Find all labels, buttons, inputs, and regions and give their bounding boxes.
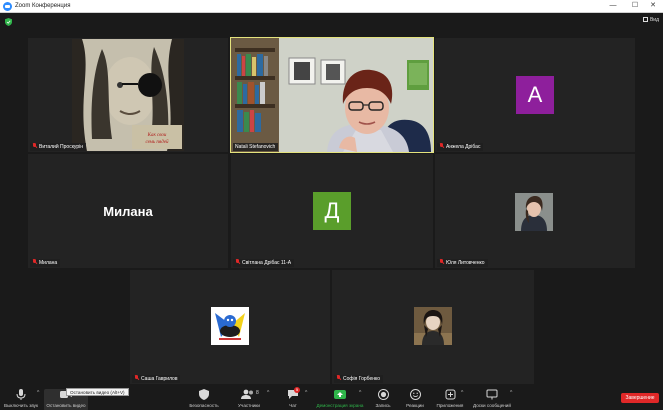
participant-display-name: Милана	[103, 203, 153, 219]
chat-label: Чат	[289, 403, 297, 408]
participant-name: Юля Литовченко	[446, 260, 485, 266]
participant-tile[interactable]: Саша Гаврилов	[130, 270, 330, 384]
participants-button[interactable]: Участники	[234, 389, 264, 410]
participant-name-tag: Світлана Дрібас 11-А	[233, 259, 295, 267]
mic-muted-icon	[439, 259, 444, 265]
participant-name: Саша Гаврилов	[141, 376, 178, 382]
mic-muted-icon	[32, 259, 37, 265]
participant-tile[interactable]: Как свои семь пядей Виталий Проскурін	[28, 38, 228, 152]
view-button[interactable]: Вид	[642, 16, 659, 24]
share-screen-icon	[334, 390, 346, 399]
whiteboards-label: Доски сообщений	[473, 403, 511, 408]
record-icon	[377, 389, 389, 400]
participant-tile[interactable]: А Анжела Дрібас	[435, 38, 635, 152]
participant-profile-photo	[515, 193, 553, 231]
participants-options-caret[interactable]: ^	[267, 390, 269, 396]
participant-tile-active-speaker[interactable]: Natali Stefanovich	[230, 37, 434, 153]
participant-avatar: Д	[313, 192, 351, 230]
participant-name-tag: Софія Горбенко	[334, 375, 384, 383]
chat-unread-badge: 5	[294, 387, 300, 393]
mic-muted-icon	[32, 143, 37, 149]
participant-name: Милана	[39, 260, 58, 266]
mic-muted-icon	[439, 143, 444, 149]
maximize-button[interactable]: ☐	[625, 0, 645, 12]
window-title: Zoom Конференция	[15, 3, 71, 9]
record-button[interactable]: Запись	[372, 389, 394, 410]
record-label: Запись	[375, 403, 391, 408]
apps-label: Приложения	[436, 403, 464, 408]
mute-label: Выключить звук	[4, 403, 38, 408]
participant-name-tag: Виталий Проскурін	[30, 143, 87, 151]
participant-tile[interactable]: Софія Горбенко	[332, 270, 534, 384]
microphone-icon	[16, 389, 26, 400]
apps-options-caret[interactable]: ^	[461, 390, 463, 396]
album-cover-image: Как свои семь пядей	[72, 39, 184, 151]
reactions-label: Реакции	[406, 403, 424, 408]
title-bar: Zoom Конференция — ☐ ✕	[0, 0, 663, 13]
svg-text:Как свои: Как свои	[147, 133, 167, 138]
participant-profile-photo	[211, 307, 249, 345]
participant-name-tag: Саша Гаврилов	[132, 375, 181, 383]
video-tooltip: Остановить видео (Alt+V)	[66, 388, 129, 396]
view-label: Вид	[649, 17, 659, 23]
whiteboard-icon	[486, 389, 498, 400]
chat-button[interactable]: 5 Чат	[283, 387, 303, 410]
share-options-caret[interactable]: ^	[359, 390, 361, 396]
participant-avatar: А	[516, 76, 554, 114]
participants-count: 8	[256, 390, 259, 396]
end-meeting-button[interactable]: Завершение	[621, 393, 659, 403]
security-button[interactable]: Безопасность	[186, 389, 222, 410]
mic-muted-icon	[134, 375, 139, 381]
participants-label: Участники	[238, 403, 260, 408]
reactions-button[interactable]: Реакции	[404, 389, 426, 410]
participant-name-tag: Юля Литовченко	[437, 259, 488, 267]
participants-icon	[241, 389, 253, 399]
whiteboard-options-caret[interactable]: ^	[510, 390, 512, 396]
gallery-view-icon	[642, 17, 648, 22]
close-button[interactable]: ✕	[643, 0, 663, 12]
participant-name: Анжела Дрібас	[446, 144, 481, 150]
zoom-logo-icon	[3, 2, 12, 11]
participant-name: Виталий Проскурін	[39, 144, 84, 150]
mic-muted-icon	[235, 259, 240, 265]
chat-options-caret[interactable]: ^	[305, 390, 307, 396]
minimize-button[interactable]: —	[603, 0, 623, 12]
participant-profile-photo	[414, 307, 452, 345]
smiley-icon	[409, 389, 421, 400]
mute-button[interactable]: Выключить звук	[2, 389, 40, 410]
security-shield-icon	[199, 389, 209, 400]
whiteboards-button[interactable]: Доски сообщений	[470, 389, 514, 410]
apps-icon	[445, 389, 455, 400]
participant-tile[interactable]: Юля Литовченко	[435, 154, 635, 268]
participant-name-tag: Милана	[30, 259, 61, 267]
participant-name: Natali Stefanovich	[235, 144, 276, 150]
encryption-shield-icon[interactable]	[5, 18, 12, 26]
participant-name: Софія Горбенко	[343, 376, 381, 382]
mic-muted-icon	[336, 375, 341, 381]
participant-name-tag: Анжела Дрібас	[437, 143, 484, 151]
participant-video-feed	[231, 38, 433, 152]
participant-name-tag: Natali Stefanovich	[233, 143, 279, 151]
participant-name: Світлана Дрібас 11-А	[242, 260, 292, 266]
stop-video-label: Остановить видео	[46, 403, 86, 408]
participant-tile[interactable]: Д Світлана Дрібас 11-А	[231, 154, 433, 268]
audio-options-caret[interactable]: ^	[37, 390, 39, 396]
participant-tile[interactable]: Милана Милана	[28, 154, 228, 268]
security-label: Безопасность	[189, 403, 219, 408]
svg-text:семь пядей: семь пядей	[145, 139, 169, 145]
share-screen-label: Демонстрация экрана	[316, 403, 364, 408]
